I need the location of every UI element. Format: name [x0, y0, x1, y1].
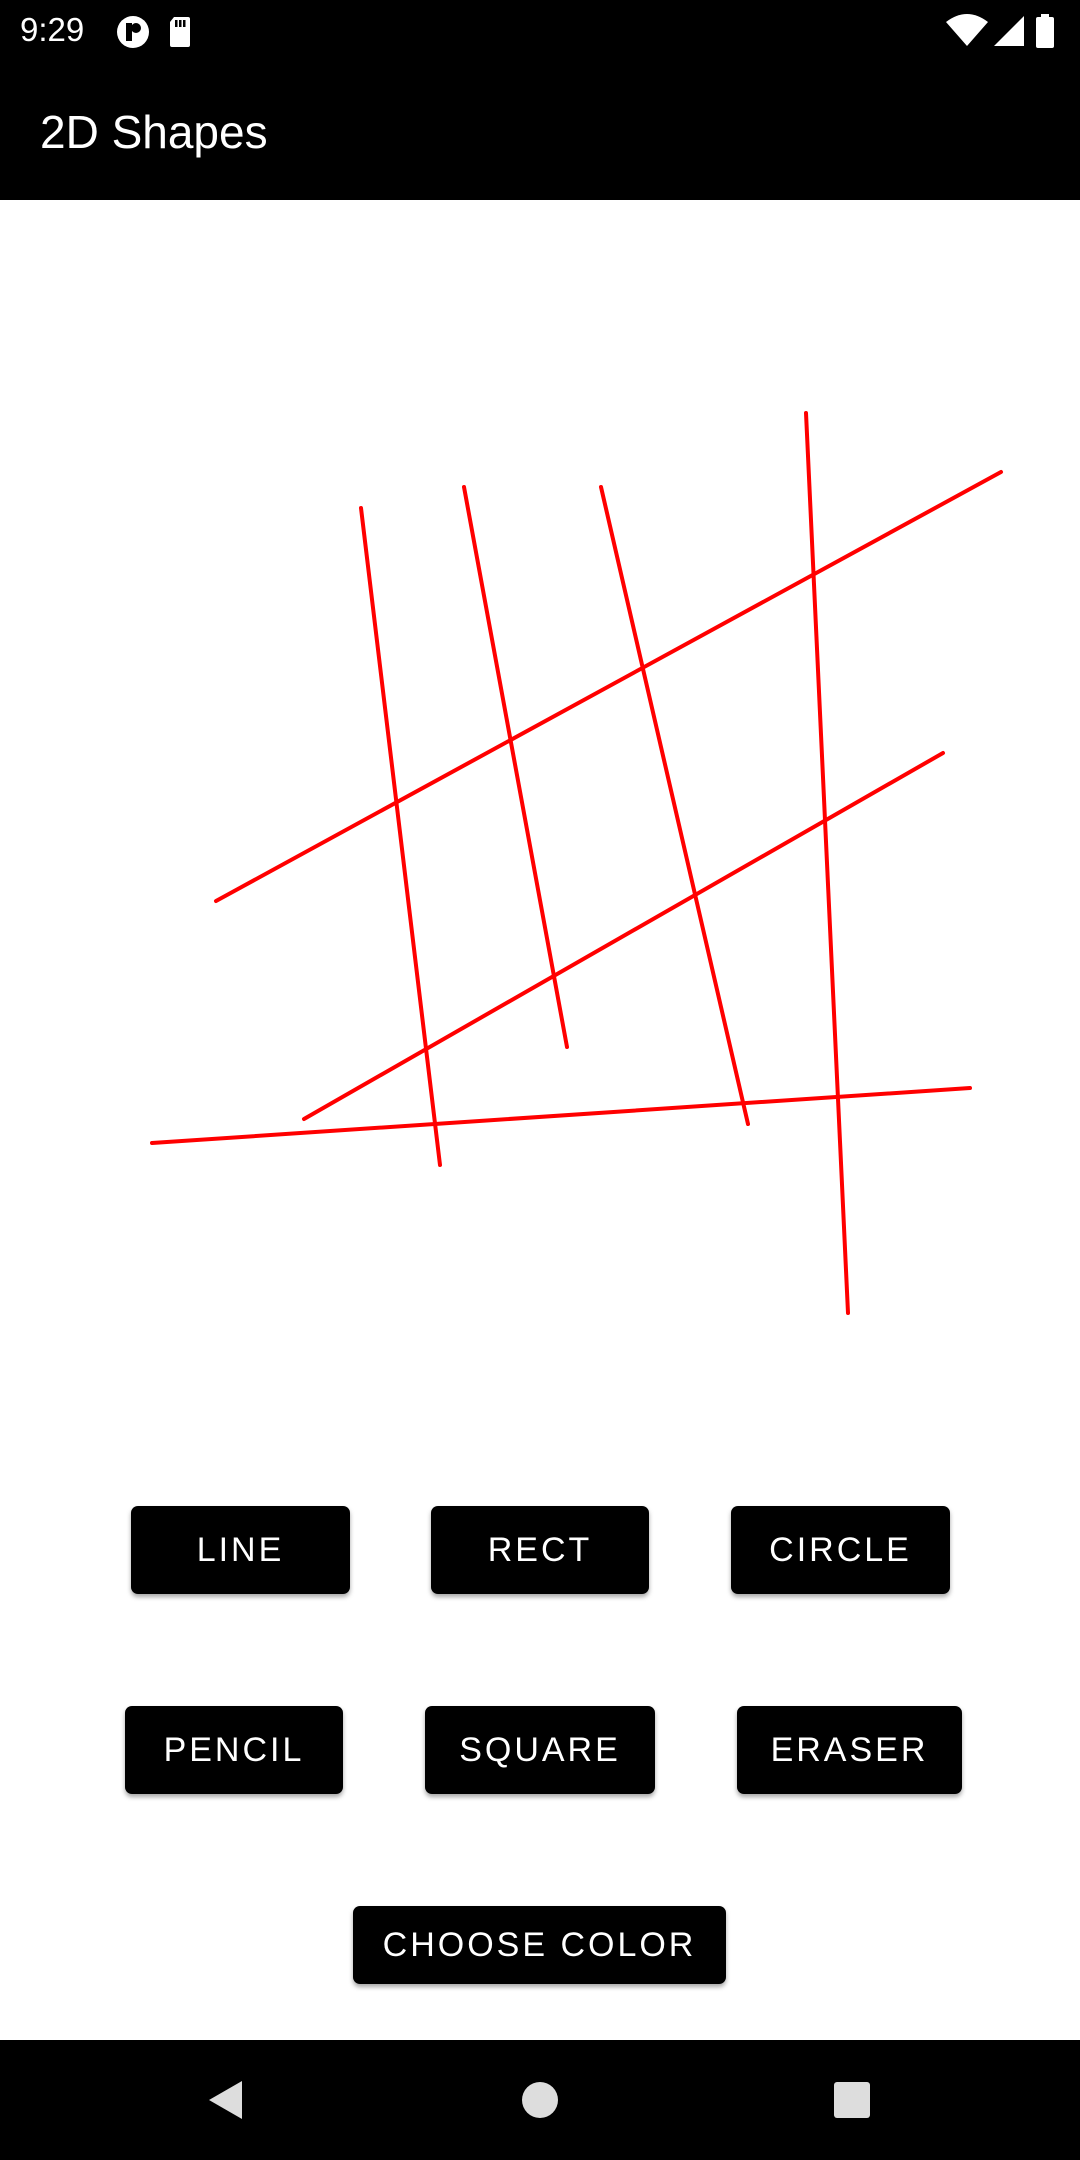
circle-button[interactable]: CIRCLE	[731, 1506, 950, 1594]
home-icon	[522, 2082, 558, 2118]
wifi-icon	[946, 14, 988, 46]
rect-button[interactable]: RECT	[431, 1506, 649, 1594]
status-left-icons	[116, 12, 196, 52]
line-button[interactable]: LINE	[131, 1506, 350, 1594]
eraser-button[interactable]: ERASER	[737, 1706, 962, 1794]
back-button[interactable]	[166, 2040, 286, 2160]
back-icon	[209, 2081, 242, 2119]
status-time: 9:29	[20, 11, 85, 48]
drawing-canvas[interactable]	[0, 200, 1080, 1460]
pencil-button[interactable]: PENCIL	[125, 1706, 343, 1794]
status-bar: 9:29	[0, 0, 1080, 62]
square-button[interactable]: SQUARE	[425, 1706, 655, 1794]
drawing-surface[interactable]	[0, 200, 1080, 1460]
navigation-bar	[0, 2040, 1080, 2160]
battery-icon	[1036, 14, 1054, 48]
drawn-line	[359, 506, 442, 1167]
drawn-line	[804, 411, 850, 1315]
app-bar: 2D Shapes	[0, 62, 1080, 200]
signal-icon	[994, 16, 1024, 46]
app-title: 2D Shapes	[40, 106, 268, 158]
drawn-line	[302, 751, 945, 1121]
app-notification-icon	[117, 16, 149, 48]
home-button[interactable]	[480, 2040, 600, 2160]
drawn-line	[599, 485, 750, 1126]
sd-card-icon	[170, 17, 190, 47]
drawn-line	[462, 485, 569, 1049]
recents-icon	[834, 2082, 870, 2118]
drawn-line	[150, 1086, 972, 1145]
status-right-icons	[946, 12, 1062, 52]
choose-color-button[interactable]: CHOOSE COLOR	[353, 1906, 726, 1984]
recents-button[interactable]	[792, 2040, 912, 2160]
drawn-line	[214, 470, 1003, 903]
